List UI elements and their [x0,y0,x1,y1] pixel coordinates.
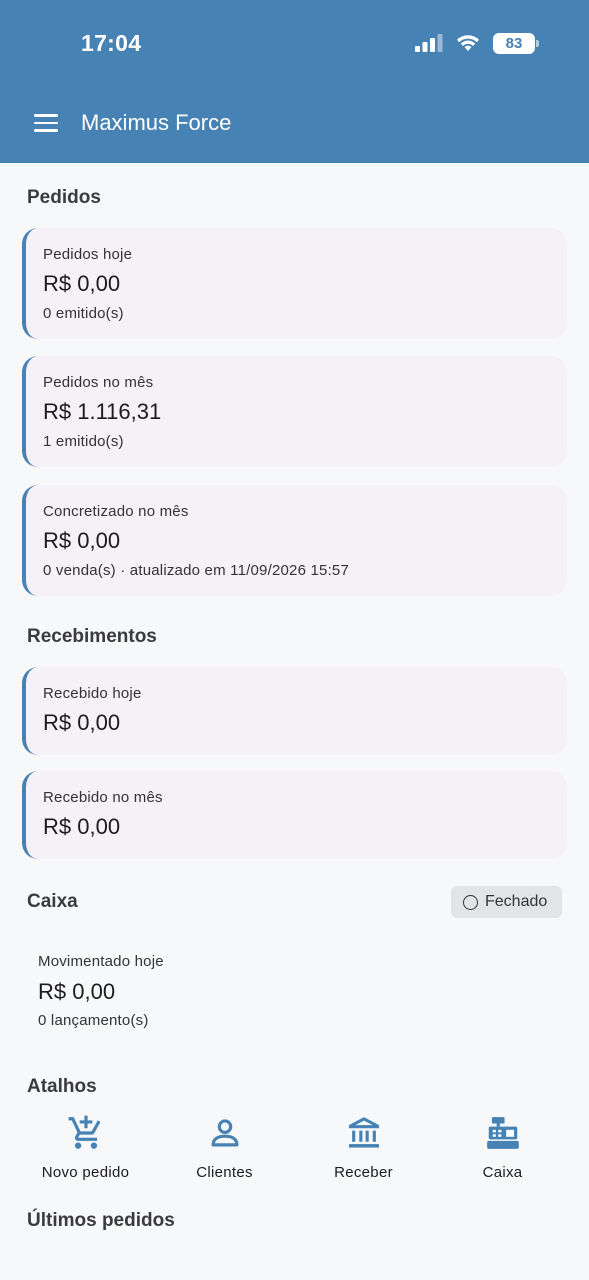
shortcut-receber[interactable]: Receber [294,1114,433,1186]
card-label: Pedidos no mês [43,374,154,391]
card-label: Recebido hoje [43,685,142,702]
card-sub: 0 emitido(s) [43,305,124,322]
card-recebido-hoje[interactable]: Recebido hoje R$ 0,00 [22,667,567,755]
menu-icon-bar [34,121,58,125]
status-time: 17:04 [81,30,142,56]
section-title-pedidos: Pedidos [27,187,101,208]
caixa-lancamentos: 0 lançamento(s) [38,1012,149,1029]
card-pedidos-mes[interactable]: Pedidos no mês R$ 1.116,31 1 emitido(s) [22,356,567,467]
shortcut-label: Clientes [196,1164,253,1181]
shortcut-label: Caixa [482,1164,523,1181]
shortcut-caixa[interactable]: Caixa [433,1114,572,1186]
status-icons: 83 [415,30,539,56]
card-recebido-mes[interactable]: Recebido no mês R$ 0,00 [22,771,567,859]
card-value: R$ 0,00 [43,814,121,839]
cash-register-icon [486,1117,519,1149]
caixa-movimentado-label: Movimentado hoje [38,953,164,970]
card-pedidos-hoje[interactable]: Pedidos hoje R$ 0,00 0 emitido(s) [22,228,567,339]
shortcut-clientes[interactable]: Clientes [155,1114,294,1186]
battery-indicator: 83 [493,32,539,54]
caixa-movimentado-value: R$ 0,00 [38,979,116,1004]
menu-icon-bar [34,114,58,117]
card-label: Pedidos hoje [43,246,133,263]
card-label: Recebido no mês [43,789,163,806]
section-title-caixa: Caixa [27,891,78,912]
person-icon [211,1119,238,1147]
app-bar: 17:04 83 Maximus Force [0,0,589,163]
card-value: R$ 1.116,31 [43,399,162,424]
section-title-atalhos: Atalhos [27,1076,97,1097]
menu-icon-bar [34,129,58,132]
card-value: R$ 0,00 [43,528,121,553]
card-label: Concretizado no mês [43,503,189,520]
card-concretizado-mes[interactable]: Concretizado no mês R$ 0,00 0 venda(s) ·… [22,485,567,596]
card-value: R$ 0,00 [43,271,121,296]
card-sub: 1 emitido(s) [43,433,124,450]
cellular-signal-icon [415,34,443,52]
app-title: Maximus Force [81,110,232,135]
caixa-status-label: Fechado [485,893,548,910]
shortcut-label: Receber [334,1164,393,1181]
shortcut-novo-pedido[interactable]: Novo pedido [16,1114,155,1186]
menu-button[interactable] [30,108,62,138]
card-sub: 0 venda(s) · atualizado em 11/09/2026 15… [43,562,350,579]
section-title-recebimentos: Recebimentos [27,626,157,647]
section-title-ultimos-pedidos: Últimos pedidos [27,1210,175,1231]
card-value: R$ 0,00 [43,710,121,735]
caixa-status-chip[interactable]: Fechado [451,886,562,918]
shortcut-label: Novo pedido [41,1164,130,1181]
circle-outline-icon [463,894,478,910]
battery-level: 83 [505,34,523,52]
add-shopping-cart-icon [68,1115,101,1149]
wifi-icon [457,35,479,51]
bank-icon [348,1117,379,1148]
